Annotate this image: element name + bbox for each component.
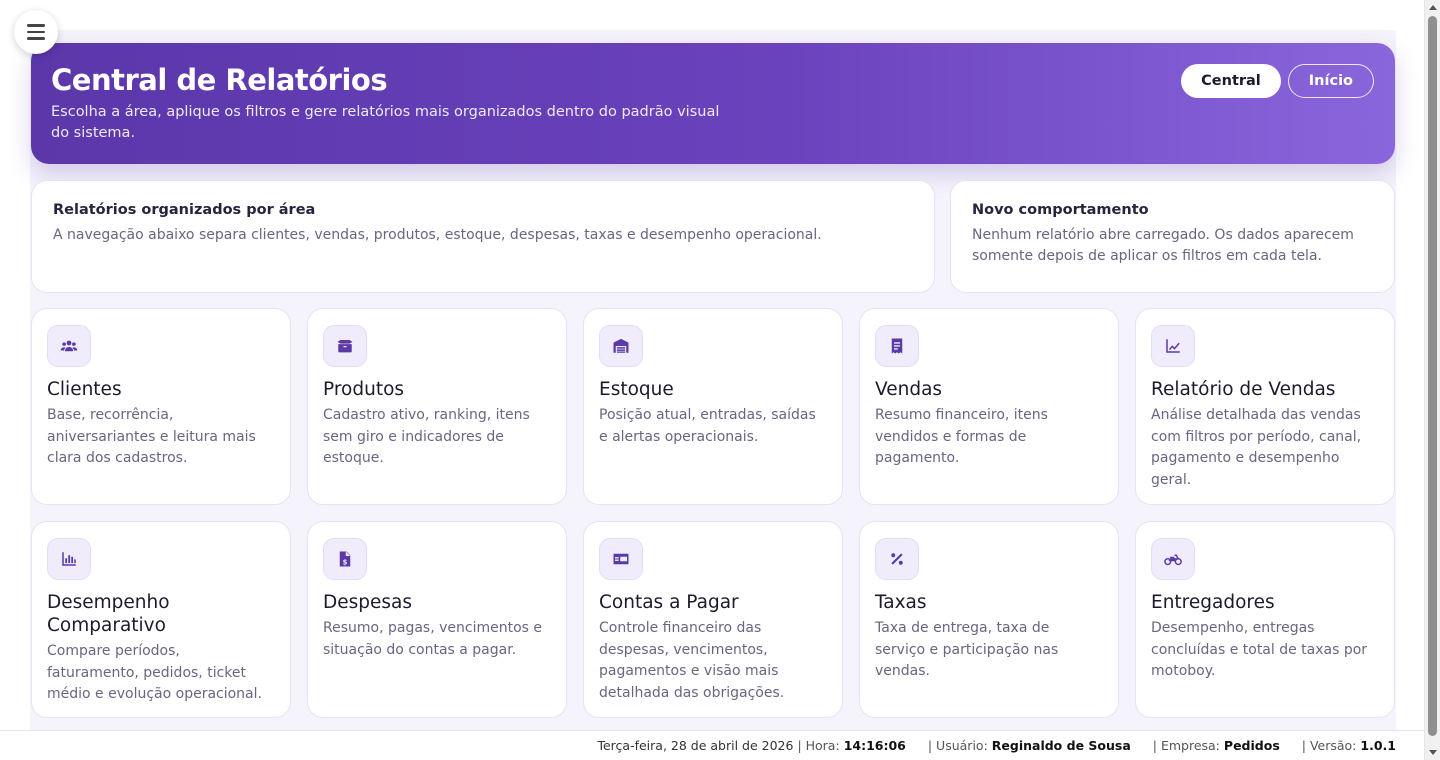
- users-icon: [47, 325, 91, 367]
- footer-versao-label: | Versão:: [1301, 738, 1357, 753]
- report-card-desempenho-comparativo[interactable]: Desempenho Comparativo Compare períodos,…: [31, 521, 291, 718]
- info-card-title: Novo comportamento: [972, 202, 1149, 218]
- info-card-behavior: Novo comportamento Nenhum relatório abre…: [950, 180, 1395, 293]
- footer-hora-value: 14:16:06: [843, 738, 906, 753]
- page: Central de Relatórios Escolha a área, ap…: [0, 0, 1424, 760]
- card-description: Resumo, pagas, vencimentos e situação do…: [323, 620, 543, 658]
- report-card-contas-pagar[interactable]: Contas a Pagar Controle financeiro das d…: [583, 521, 843, 718]
- footer-empresa-label: | Empresa:: [1152, 738, 1220, 753]
- bar-chart-icon: [47, 538, 91, 580]
- page-subtitle: Escolha a área, aplique os filtros e ger…: [51, 104, 720, 141]
- card-title: Despesas: [323, 592, 413, 613]
- report-card-estoque[interactable]: Estoque Posição atual, entradas, saídas …: [583, 308, 843, 505]
- card-description: Controle financeiro das despesas, vencim…: [599, 620, 785, 701]
- card-description: Compare períodos, faturamento, pedidos, …: [47, 643, 262, 702]
- motorcycle-icon: [1151, 538, 1195, 580]
- info-card-areas: Relatórios organizados por área A navega…: [31, 180, 935, 293]
- svg-text:$: $: [343, 558, 348, 566]
- hamburger-icon: [27, 24, 45, 27]
- inicio-button[interactable]: Início: [1287, 64, 1374, 98]
- warehouse-icon: [599, 325, 643, 367]
- invoice-dollar-icon: $: [323, 538, 367, 580]
- menu-toggle-button[interactable]: [14, 10, 58, 54]
- card-description: Taxa de entrega, taxa de serviço e parti…: [875, 620, 1059, 679]
- card-title: Taxas: [875, 592, 927, 613]
- report-card-despesas[interactable]: $ Despesas Resumo, pagas, vencimentos e …: [307, 521, 567, 718]
- report-card-relatorio-vendas[interactable]: Relatório de Vendas Análise detalhada da…: [1135, 308, 1395, 505]
- card-title: Produtos: [323, 379, 405, 400]
- card-description: Cadastro ativo, ranking, itens sem giro …: [323, 407, 530, 466]
- card-title: Relatório de Vendas: [1151, 379, 1336, 400]
- info-card-text: A navegação abaixo separa clientes, vend…: [53, 227, 822, 243]
- footer-date: Terça-feira, 28 de abril de 2026: [597, 738, 794, 753]
- scroll-up-arrow-icon[interactable]: [1429, 5, 1437, 10]
- card-description: Desempenho, entregas concluídas e total …: [1151, 620, 1368, 679]
- report-card-entregadores[interactable]: Entregadores Desempenho, entregas conclu…: [1135, 521, 1395, 718]
- card-description: Base, recorrência, aniversariantes e lei…: [47, 407, 256, 466]
- footer-hora-label: | Hora:: [797, 738, 840, 753]
- card-description: Análise detalhada das vendas com filtros…: [1151, 407, 1362, 488]
- report-grid: Clientes Base, recorrência, aniversarian…: [31, 308, 1395, 718]
- report-card-taxas[interactable]: Taxas Taxa de entrega, taxa de serviço e…: [859, 521, 1119, 718]
- card-description: Posição atual, entradas, saídas e alerta…: [599, 407, 816, 445]
- scrollbar-thumb[interactable]: [1428, 16, 1437, 736]
- card-title: Clientes: [47, 379, 122, 400]
- receipt-icon: [875, 325, 919, 367]
- card-title: Estoque: [599, 379, 674, 400]
- card-description: Resumo financeiro, itens vendidos e form…: [875, 407, 1048, 466]
- line-chart-icon: [1151, 325, 1195, 367]
- info-card-title: Relatórios organizados por área: [53, 202, 316, 218]
- scroll-down-arrow-icon[interactable]: [1429, 750, 1437, 755]
- status-bar: Terça-feira, 28 de abril de 2026 | Hora:…: [0, 730, 1424, 760]
- card-title: Contas a Pagar: [599, 592, 739, 613]
- card-title: Entregadores: [1151, 592, 1275, 613]
- card-title: Desempenho Comparativo: [47, 592, 170, 636]
- footer-versao-value: 1.0.1: [1360, 738, 1396, 753]
- footer-empresa-value: Pedidos: [1223, 738, 1280, 753]
- central-button[interactable]: Central: [1181, 64, 1281, 98]
- report-card-produtos[interactable]: Produtos Cadastro ativo, ranking, itens …: [307, 308, 567, 505]
- hero-banner: Central de Relatórios Escolha a área, ap…: [31, 43, 1395, 164]
- percent-icon: [875, 538, 919, 580]
- footer-usuario-label: | Usuário:: [927, 738, 988, 753]
- info-card-text: Nenhum relatório abre carregado. Os dado…: [972, 227, 1354, 264]
- report-card-clientes[interactable]: Clientes Base, recorrência, aniversarian…: [31, 308, 291, 505]
- footer-usuario-value: Reginaldo de Sousa: [991, 738, 1131, 753]
- card-title: Vendas: [875, 379, 943, 400]
- report-card-vendas[interactable]: Vendas Resumo financeiro, itens vendidos…: [859, 308, 1119, 505]
- money-bill-icon: [599, 538, 643, 580]
- page-title: Central de Relatórios: [51, 63, 388, 97]
- hero-actions: Central Início: [1181, 64, 1374, 98]
- box-icon: [323, 325, 367, 367]
- page-scrollbar[interactable]: [1424, 0, 1440, 760]
